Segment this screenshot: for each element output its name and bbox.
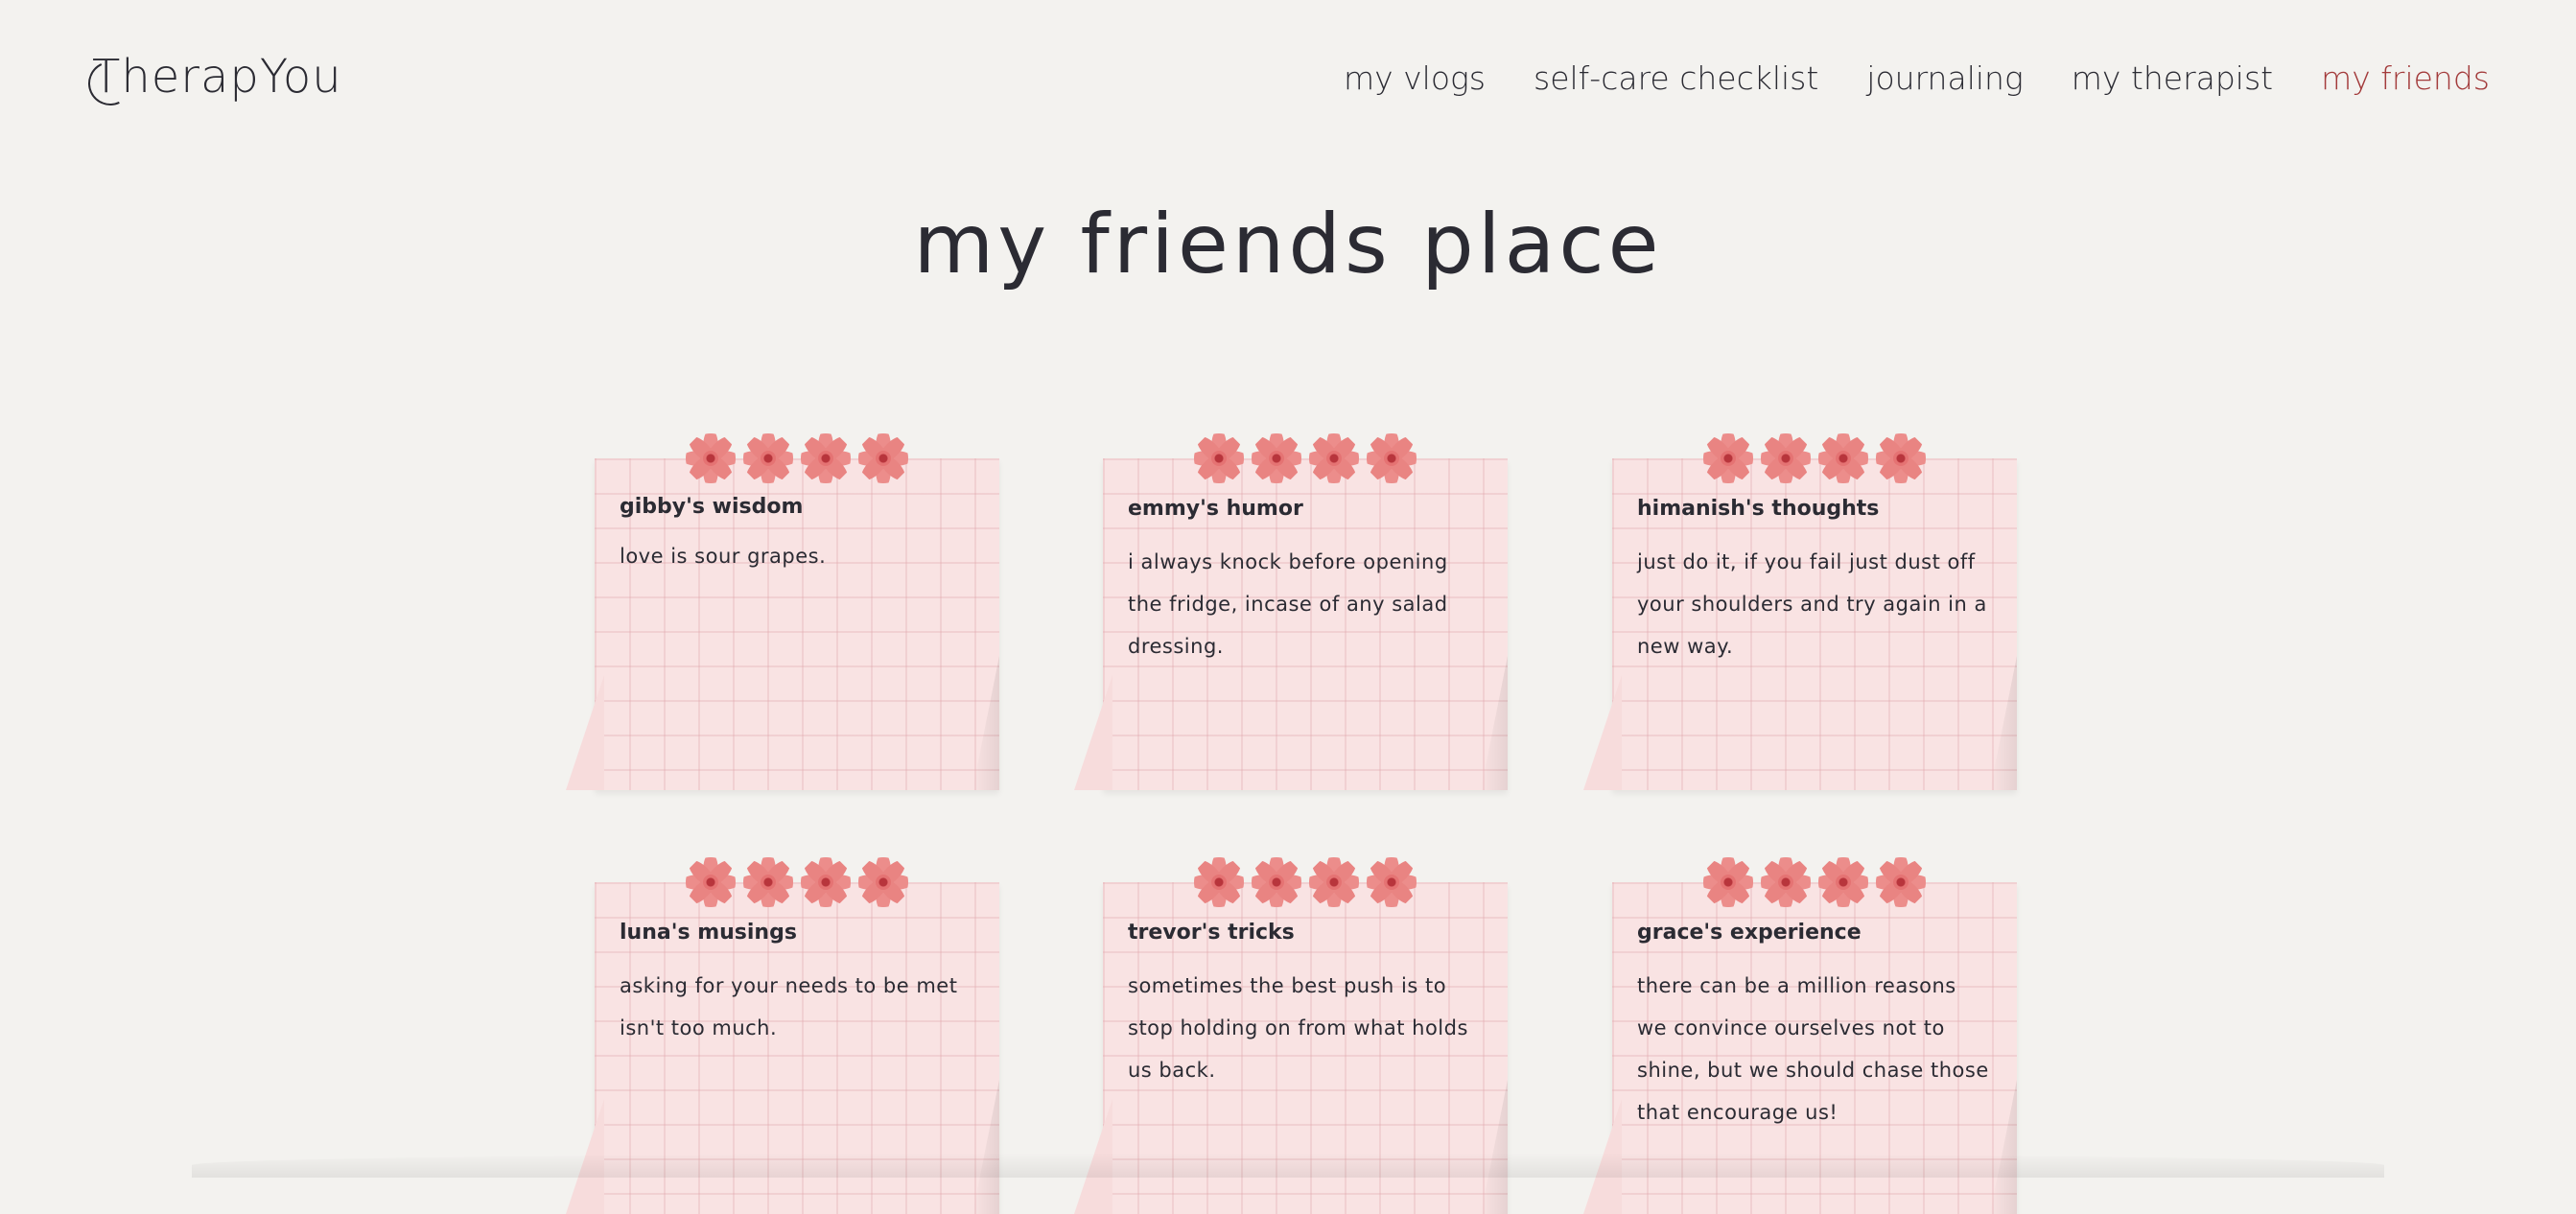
flower-icon <box>743 857 793 907</box>
main-nav: my vlogs self-care checklist journaling … <box>1344 59 2490 97</box>
note-card: himanish's thoughts just do it, if you f… <box>1612 433 2017 790</box>
flower-decoration <box>686 433 908 483</box>
note-title: trevor's tricks <box>1128 921 1295 945</box>
flower-icon <box>1194 857 1244 907</box>
flower-decoration <box>1194 857 1417 907</box>
flower-icon <box>1309 857 1359 907</box>
nav-my-friends[interactable]: my friends <box>2321 59 2490 97</box>
flower-icon <box>858 433 908 483</box>
flower-icon <box>743 433 793 483</box>
note-title: luna's musings <box>620 921 797 945</box>
nav-my-therapist[interactable]: my therapist <box>2072 59 2273 97</box>
note-body: love is sour grapes. <box>620 545 827 568</box>
flower-icon <box>1367 433 1417 483</box>
flower-icon <box>1252 857 1301 907</box>
note-card: emmy's humor i always knock before openi… <box>1103 433 1508 790</box>
flower-icon <box>1309 433 1359 483</box>
flower-icon <box>1876 857 1926 907</box>
flower-icon <box>1194 433 1244 483</box>
flower-icon <box>1876 433 1926 483</box>
note-title: emmy's humor <box>1128 497 1303 521</box>
note-card: gibby's wisdom love is sour grapes. <box>595 433 999 790</box>
nav-journaling[interactable]: journaling <box>1866 59 2023 97</box>
note-body: i always knock before opening the fridge… <box>1128 550 1448 658</box>
flower-decoration <box>1703 433 1926 483</box>
flower-decoration <box>686 857 908 907</box>
note-body: just do it, if you fail just dust off yo… <box>1637 550 1987 658</box>
note-body: there can be a million reasons we convin… <box>1637 974 1989 1124</box>
flower-icon <box>1818 433 1868 483</box>
logo[interactable]: TherapYou <box>92 50 342 104</box>
page-title: my friends place <box>913 197 1663 292</box>
flower-icon <box>1252 433 1301 483</box>
note-body: sometimes the best push is to stop holdi… <box>1128 974 1468 1082</box>
flower-icon <box>686 433 736 483</box>
flower-icon <box>1703 857 1753 907</box>
flower-icon <box>1818 857 1868 907</box>
flower-icon <box>1703 433 1753 483</box>
flower-icon <box>1761 433 1811 483</box>
flower-decoration <box>1703 857 1926 907</box>
note-title: gibby's wisdom <box>620 495 804 519</box>
flower-icon <box>686 857 736 907</box>
flower-icon <box>1367 857 1417 907</box>
note-title: grace's experience <box>1637 921 1862 945</box>
nav-my-vlogs[interactable]: my vlogs <box>1344 59 1486 97</box>
bottom-shadow <box>192 1153 2384 1178</box>
note-title: himanish's thoughts <box>1637 497 1880 521</box>
nav-self-care-checklist[interactable]: self-care checklist <box>1534 59 1818 97</box>
note-body: asking for your needs to be met isn't to… <box>620 974 958 1039</box>
flower-icon <box>801 433 851 483</box>
flower-decoration <box>1194 433 1417 483</box>
flower-icon <box>1761 857 1811 907</box>
flower-icon <box>858 857 908 907</box>
flower-icon <box>801 857 851 907</box>
